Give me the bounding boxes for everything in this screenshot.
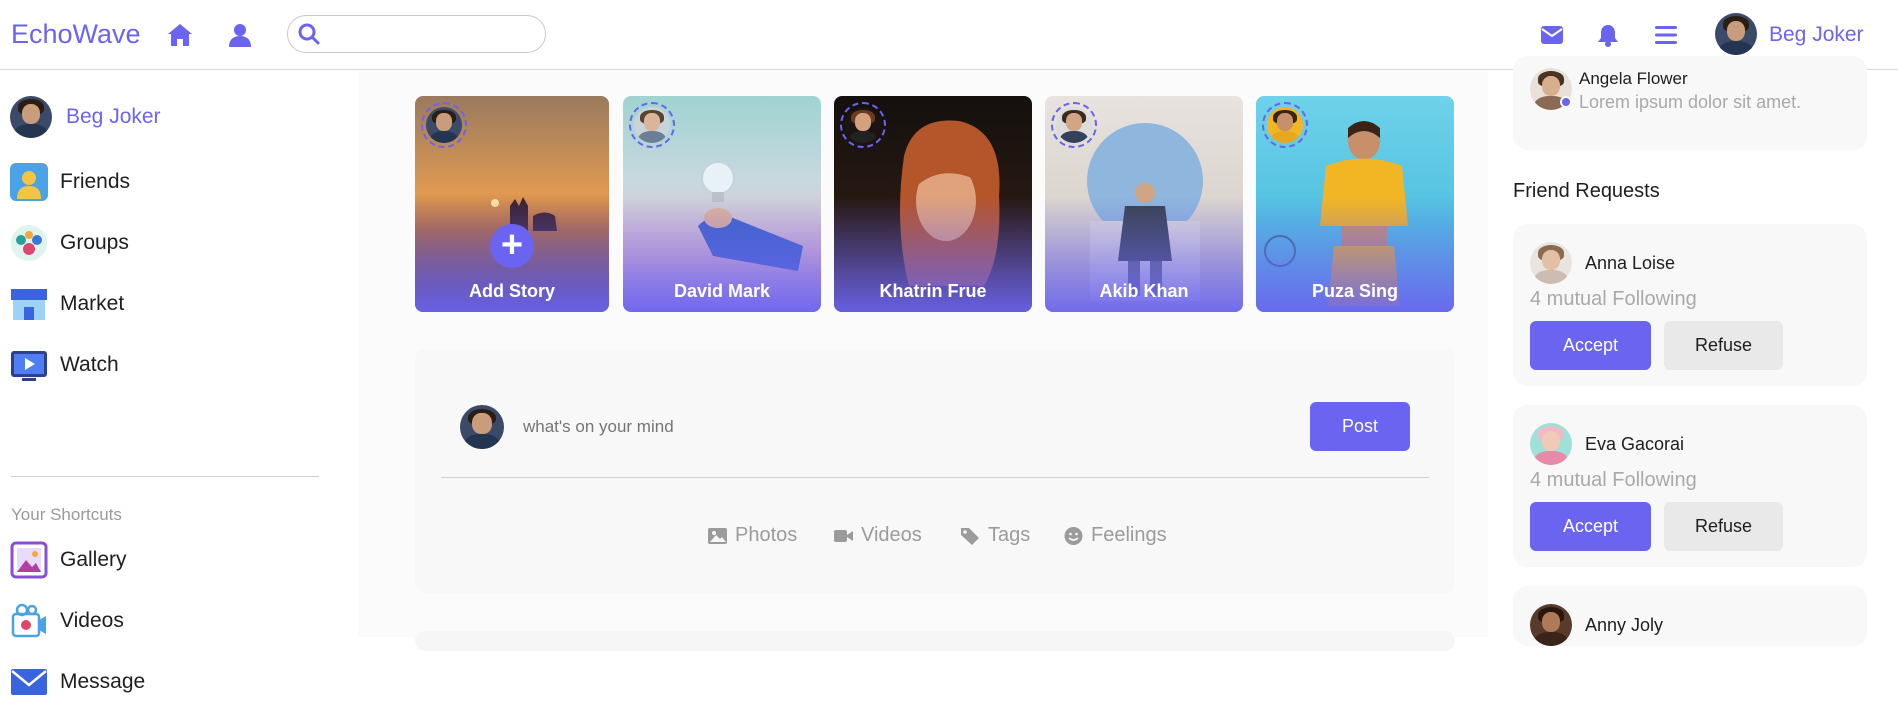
bell-icon[interactable]: [1594, 21, 1622, 49]
videos-icon: [10, 602, 48, 640]
avatar: [1056, 107, 1092, 143]
sidebar-item-label: Videos: [60, 609, 124, 632]
story-card[interactable]: Khatrin Frue: [834, 96, 1032, 312]
story-avatar-ring: [1051, 102, 1097, 148]
accept-button[interactable]: Accept: [1530, 321, 1651, 370]
option-label: Tags: [988, 524, 1031, 546]
avatar[interactable]: [1530, 604, 1572, 646]
option-label: Videos: [861, 524, 922, 546]
mail-icon[interactable]: [1538, 21, 1566, 49]
friend-requests-heading: Friend Requests: [1513, 180, 1660, 202]
story-card[interactable]: Puza Sing: [1256, 96, 1454, 312]
sidebar-item-label: Groups: [60, 231, 129, 254]
refuse-button[interactable]: Refuse: [1664, 502, 1783, 551]
photos-option[interactable]: Photos: [707, 524, 797, 547]
brand-logo[interactable]: EchoWave: [11, 19, 141, 50]
sidebar-item-market[interactable]: Market: [10, 283, 124, 325]
option-label: Photos: [735, 524, 798, 546]
story-avatar-ring: [840, 102, 886, 148]
feed-post-card: [415, 631, 1455, 651]
sidebar-item-message[interactable]: Message: [10, 661, 145, 703]
avatar: [460, 405, 504, 449]
gallery-icon: [10, 541, 48, 579]
search-icon[interactable]: [298, 23, 320, 45]
story-name: Khatrin Frue: [879, 281, 987, 301]
friend-request-name[interactable]: Eva Gacorai: [1585, 434, 1684, 455]
left-sidebar: Beg Joker Friends Groups Market Watch Yo…: [0, 71, 358, 695]
friend-request-card: Anna Loise 4 mutual Following Accept Ref…: [1513, 224, 1867, 386]
sidebar-item-groups[interactable]: Groups: [10, 222, 129, 264]
shortcuts-heading: Your Shortcuts: [11, 505, 122, 524]
mutual-following-text: 4 mutual Following: [1530, 288, 1697, 310]
avatar: [845, 107, 881, 143]
search-input[interactable]: [330, 22, 530, 46]
story-name: Akib Khan: [1099, 281, 1189, 301]
header-user-name[interactable]: Beg Joker: [1769, 23, 1864, 47]
friend-request-card: Eva Gacorai 4 mutual Following Accept Re…: [1513, 405, 1867, 567]
menu-icon[interactable]: [1652, 21, 1680, 49]
mutual-following-text: 4 mutual Following: [1530, 469, 1697, 491]
video-camera-icon: [834, 529, 853, 542]
sidebar-profile[interactable]: Beg Joker: [10, 96, 161, 138]
groups-icon: [10, 224, 48, 262]
avatar[interactable]: [1530, 242, 1572, 284]
sidebar-item-label: Watch: [60, 353, 119, 376]
avatar: [426, 107, 462, 143]
story-avatar-ring: [421, 102, 467, 148]
add-story-icon[interactable]: +: [490, 224, 534, 268]
friend-request-card: Anny Joly: [1513, 586, 1867, 646]
photo-icon: [708, 527, 727, 544]
story-name: David Mark: [673, 281, 771, 301]
message-icon: [10, 663, 48, 701]
friends-icon: [10, 163, 48, 201]
accept-button[interactable]: Accept: [1530, 502, 1651, 551]
tags-icon: [961, 527, 979, 545]
watch-icon: [10, 346, 48, 384]
videos-option[interactable]: Videos: [833, 524, 922, 547]
friend-request-name[interactable]: Anna Loise: [1585, 253, 1675, 274]
sidebar-item-gallery[interactable]: Gallery: [10, 539, 127, 581]
post-button[interactable]: Post: [1310, 402, 1410, 451]
sidebar-item-friends[interactable]: Friends: [10, 161, 130, 203]
message-preview: Lorem ipsum dolor sit amet.: [1579, 92, 1802, 112]
home-icon[interactable]: [166, 21, 194, 49]
story-card-add[interactable]: + Add Story: [415, 96, 609, 312]
option-label: Feelings: [1091, 524, 1167, 546]
avatar: [10, 96, 52, 138]
header-avatar[interactable]: [1715, 13, 1757, 55]
sidebar-item-label: Message: [60, 670, 146, 693]
post-composer: Post Photos Videos Tags Feelings: [415, 349, 1455, 593]
avatar[interactable]: [1530, 423, 1572, 465]
composer-divider: [441, 477, 1429, 478]
sidebar-item-label: Friends: [60, 170, 131, 193]
friend-request-name[interactable]: Anny Joly: [1585, 615, 1663, 636]
story-name: Add Story: [468, 281, 555, 301]
sidebar-profile-name: Beg Joker: [66, 105, 161, 128]
sidebar-item-label: Gallery: [60, 548, 127, 571]
message-sender-name: Angela Flower: [1579, 69, 1688, 88]
sidebar-item-watch[interactable]: Watch: [10, 344, 119, 386]
tags-option[interactable]: Tags: [960, 524, 1030, 547]
sidebar-item-videos[interactable]: Videos: [10, 600, 124, 642]
refuse-button[interactable]: Refuse: [1664, 321, 1783, 370]
story-avatar-ring: [1262, 102, 1308, 148]
feelings-option[interactable]: Feelings: [1063, 524, 1167, 547]
user-icon[interactable]: [226, 21, 254, 49]
post-input[interactable]: [523, 415, 1023, 439]
avatar: [634, 107, 670, 143]
market-icon: [10, 285, 48, 323]
story-name: Puza Sing: [1311, 281, 1398, 301]
search-box: [287, 15, 546, 53]
story-card[interactable]: Akib Khan: [1045, 96, 1243, 312]
avatar: [1267, 107, 1303, 143]
story-avatar-ring: [629, 102, 675, 148]
message-card[interactable]: Angela Flower Lorem ipsum dolor sit amet…: [1513, 56, 1867, 150]
online-status-dot: [1560, 96, 1572, 108]
story-card[interactable]: David Mark: [623, 96, 821, 312]
smile-icon: [1064, 526, 1083, 545]
sidebar-divider: [11, 476, 319, 477]
sidebar-item-label: Market: [60, 292, 125, 315]
